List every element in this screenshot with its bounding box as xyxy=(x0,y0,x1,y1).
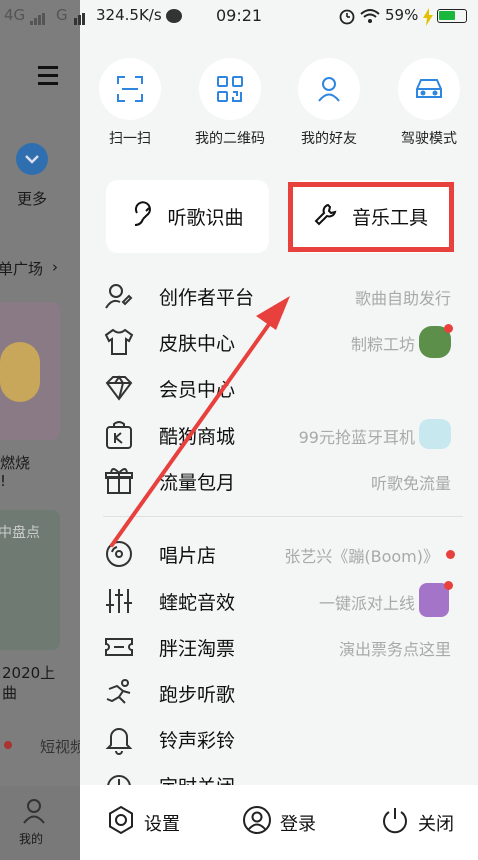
annotation-arrow xyxy=(110,296,290,547)
